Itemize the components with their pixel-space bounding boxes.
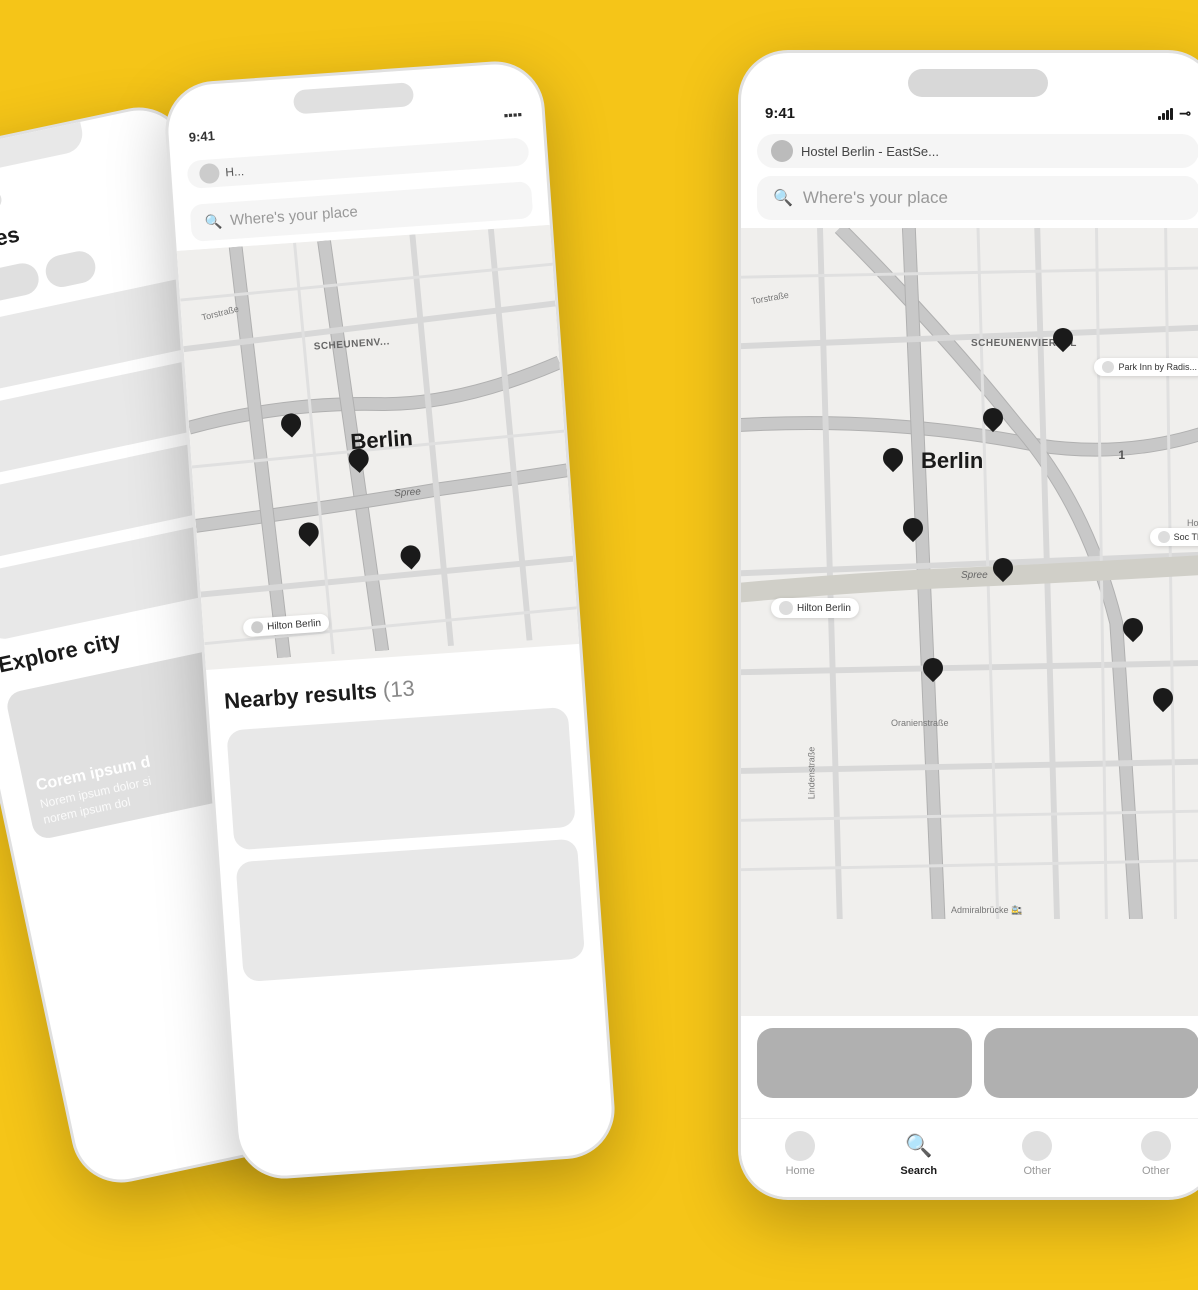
bottom-section: [741, 1016, 1198, 1118]
map-pin-4-right: [901, 518, 925, 546]
search-placeholder-right: Where's your place: [803, 188, 948, 208]
search-bar-right[interactable]: 🔍 Where's your place: [757, 176, 1198, 220]
map-pin-3-right: [981, 408, 1005, 436]
home-icon: [785, 1131, 815, 1161]
other-label-2: Other: [1142, 1165, 1170, 1177]
results-title: Nearby results (13: [223, 665, 566, 715]
overlay-card-2[interactable]: [984, 1028, 1198, 1098]
phone-middle: 9:41 ▪▪▪▪ H... 🔍 Where's your place: [162, 58, 618, 1182]
result-card-1[interactable]: [226, 707, 576, 851]
oranienstrasse-label: Oranienstraße: [891, 718, 949, 728]
nav-search[interactable]: 🔍 Search: [860, 1131, 979, 1177]
map-pin-3-middle: [296, 522, 322, 552]
map-pin-1-middle: [278, 413, 304, 443]
status-bar-right: 9:41 ⊸: [741, 101, 1198, 130]
map-pin-2-right: [881, 448, 905, 476]
notch-right: [741, 53, 1198, 101]
search-nav-icon: 🔍: [904, 1131, 934, 1161]
signal-icon-middle: ▪▪▪▪: [503, 107, 522, 123]
hostel-text-middle: H...: [225, 164, 245, 179]
time-pill-left: [0, 188, 3, 228]
hilton-label-right: Hilton Berlin: [771, 598, 859, 618]
filter-pill-small[interactable]: [43, 248, 99, 290]
spree-label-middle: Spree: [394, 487, 421, 500]
search-label: Search: [900, 1165, 937, 1177]
bottom-nav: Home 🔍 Search Other Other: [741, 1118, 1198, 1197]
wifi-icon-right: ⊸: [1179, 105, 1191, 122]
hostel-name-right: Hostel Berlin - EastSe...: [801, 144, 939, 159]
other-label-1: Other: [1023, 1165, 1051, 1177]
result-card-2[interactable]: [236, 839, 586, 983]
search-placeholder-middle: Where's your place: [230, 203, 359, 229]
spree-label-right: Spree: [961, 570, 988, 581]
results-section: Nearby results (13: [206, 644, 601, 983]
map-pin-8-right: [1151, 688, 1175, 716]
header-hostel-right[interactable]: Hostel Berlin - EastSe...: [757, 134, 1198, 168]
map-area-right: Torstraße SCHEUNENVIERTEL Berlin Spree O…: [741, 228, 1198, 1016]
admiralbrucke-label: Admiralbrücke 🚉: [951, 905, 1022, 916]
map-number-1: 1: [1118, 448, 1125, 462]
overlay-cards: [757, 1028, 1198, 1098]
status-icons-middle: ▪▪▪▪: [503, 107, 522, 123]
other-icon-1: [1022, 1131, 1052, 1161]
hostel-icon-right: [771, 140, 793, 162]
nav-home[interactable]: Home: [741, 1131, 860, 1177]
park-inn-label: Park Inn by Radis...: [1094, 358, 1198, 376]
nav-other-2[interactable]: Other: [1097, 1131, 1198, 1177]
search-icon-right: 🔍: [773, 188, 793, 208]
map-pin-4-middle: [398, 545, 424, 575]
status-icons-right: ⊸: [1158, 105, 1191, 122]
other-icon-2: [1141, 1131, 1171, 1161]
lindenstrasse-label: Lindenstraße: [806, 747, 816, 800]
signal-icon-right: [1158, 108, 1173, 120]
holz-label: Holz: [1187, 518, 1198, 528]
time-middle: 9:41: [188, 128, 215, 145]
map-pin-6-right: [921, 658, 945, 686]
home-label: Home: [786, 1165, 815, 1177]
search-icon-middle: 🔍: [204, 213, 223, 231]
map-pin-5-right: [991, 558, 1015, 586]
hostel-icon-middle: [199, 163, 220, 184]
map-pin-7-right: [1121, 618, 1145, 646]
notch-pill-right: [908, 69, 1048, 97]
time-right: 9:41: [765, 105, 795, 122]
overlay-card-1[interactable]: [757, 1028, 972, 1098]
map-pin-1-right: [1051, 328, 1075, 356]
map-area-middle: Torstraße SCHEUNENV... Berlin Spree Hilt…: [177, 225, 579, 670]
notch-pill-middle: [293, 82, 414, 114]
nav-other-1[interactable]: Other: [978, 1131, 1097, 1177]
results-count: (13: [382, 675, 415, 702]
the-soc-label: Soc The: [1150, 528, 1198, 546]
map-pin-2-middle: [346, 448, 372, 478]
phone-right: 9:41 ⊸ Hostel Berlin - EastSe... 🔍 Where…: [738, 50, 1198, 1200]
berlin-label-right: Berlin: [921, 448, 983, 474]
